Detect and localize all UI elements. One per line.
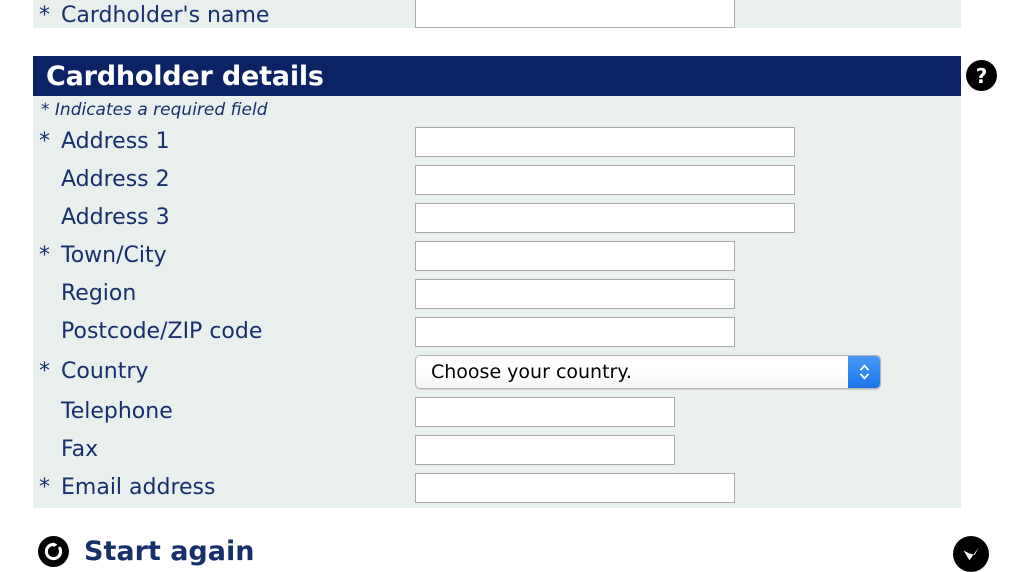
town-city-input[interactable]	[415, 240, 735, 271]
required-asterisk: *	[39, 243, 50, 269]
label-text: Address 3	[61, 205, 170, 231]
label-fax: * Fax	[33, 437, 415, 462]
up-down-chevron-icon[interactable]	[848, 355, 880, 388]
address-1-input[interactable]	[415, 126, 795, 157]
required-asterisk: *	[39, 129, 50, 155]
label-text: Telephone	[61, 399, 173, 425]
form-row-telephone: * Telephone	[33, 393, 961, 431]
reset-circle-icon	[38, 536, 69, 567]
label-address-2: * Address 2	[33, 167, 415, 192]
form-row-address-3: * Address 3	[33, 199, 961, 237]
start-again-button[interactable]: Start again	[38, 536, 254, 567]
section-header: Cardholder details	[33, 56, 961, 96]
email-address-input[interactable]	[415, 472, 735, 503]
label-text: Address 1	[61, 129, 170, 155]
form-row-country: * Country Choose your country.	[33, 351, 961, 393]
label-text: Town/City	[61, 243, 167, 269]
label-postcode: * Postcode/ZIP code	[33, 319, 415, 344]
telephone-input[interactable]	[415, 396, 675, 427]
label-text: Address 2	[61, 167, 170, 193]
form-row-fax: * Fax	[33, 431, 961, 469]
label-telephone: * Telephone	[33, 399, 415, 424]
form-row-postcode: * Postcode/ZIP code	[33, 313, 961, 351]
check-circle-icon[interactable]	[953, 536, 989, 572]
cardholder-name-panel: * Cardholder's name	[33, 0, 961, 28]
form-actions: Start again	[0, 528, 1028, 572]
label-text: Postcode/ZIP code	[61, 319, 263, 345]
required-asterisk: *	[39, 359, 50, 385]
label-address-1: * Address 1	[33, 129, 415, 154]
label-text: Email address	[61, 475, 216, 501]
required-asterisk: *	[39, 3, 50, 28]
form-row-address-2: * Address 2	[33, 161, 961, 199]
label-text: Cardholder's name	[61, 3, 270, 28]
address-2-input[interactable]	[415, 164, 795, 195]
label-country: * Country	[33, 359, 415, 384]
address-3-input[interactable]	[415, 202, 795, 233]
label-region: * Region	[33, 281, 415, 306]
form-row-cardholder-name: * Cardholder's name	[33, 0, 961, 34]
required-asterisk: *	[39, 475, 50, 501]
postcode-input[interactable]	[415, 316, 735, 347]
form-row-address-1: * Address 1	[33, 123, 961, 161]
label-address-3: * Address 3	[33, 205, 415, 230]
label-town-city: * Town/City	[33, 243, 415, 268]
page-title: Cardholder details	[46, 60, 324, 92]
country-select-value: Choose your country.	[431, 360, 632, 383]
cardholder-name-input[interactable]	[415, 0, 735, 28]
label-text: Region	[61, 281, 137, 307]
label-cardholder-name: * Cardholder's name	[33, 3, 415, 28]
help-glyph: ?	[975, 63, 988, 88]
form-row-town-city: * Town/City	[33, 237, 961, 275]
form-row-email: * Email address	[33, 469, 961, 507]
country-select[interactable]: Choose your country.	[415, 354, 881, 389]
region-input[interactable]	[415, 278, 735, 309]
fax-input[interactable]	[415, 434, 675, 465]
form-row-region: * Region	[33, 275, 961, 313]
cardholder-details-panel: Cardholder details * Indicates a require…	[33, 56, 961, 508]
help-question-icon[interactable]: ?	[966, 60, 997, 91]
payment-form-page: * Cardholder's name Cardholder details *…	[0, 0, 1028, 572]
label-text: Country	[61, 359, 149, 385]
required-field-note: * Indicates a required field	[41, 100, 268, 120]
start-again-label: Start again	[84, 536, 255, 567]
label-email-address: * Email address	[33, 475, 415, 500]
label-text: Fax	[61, 437, 99, 463]
